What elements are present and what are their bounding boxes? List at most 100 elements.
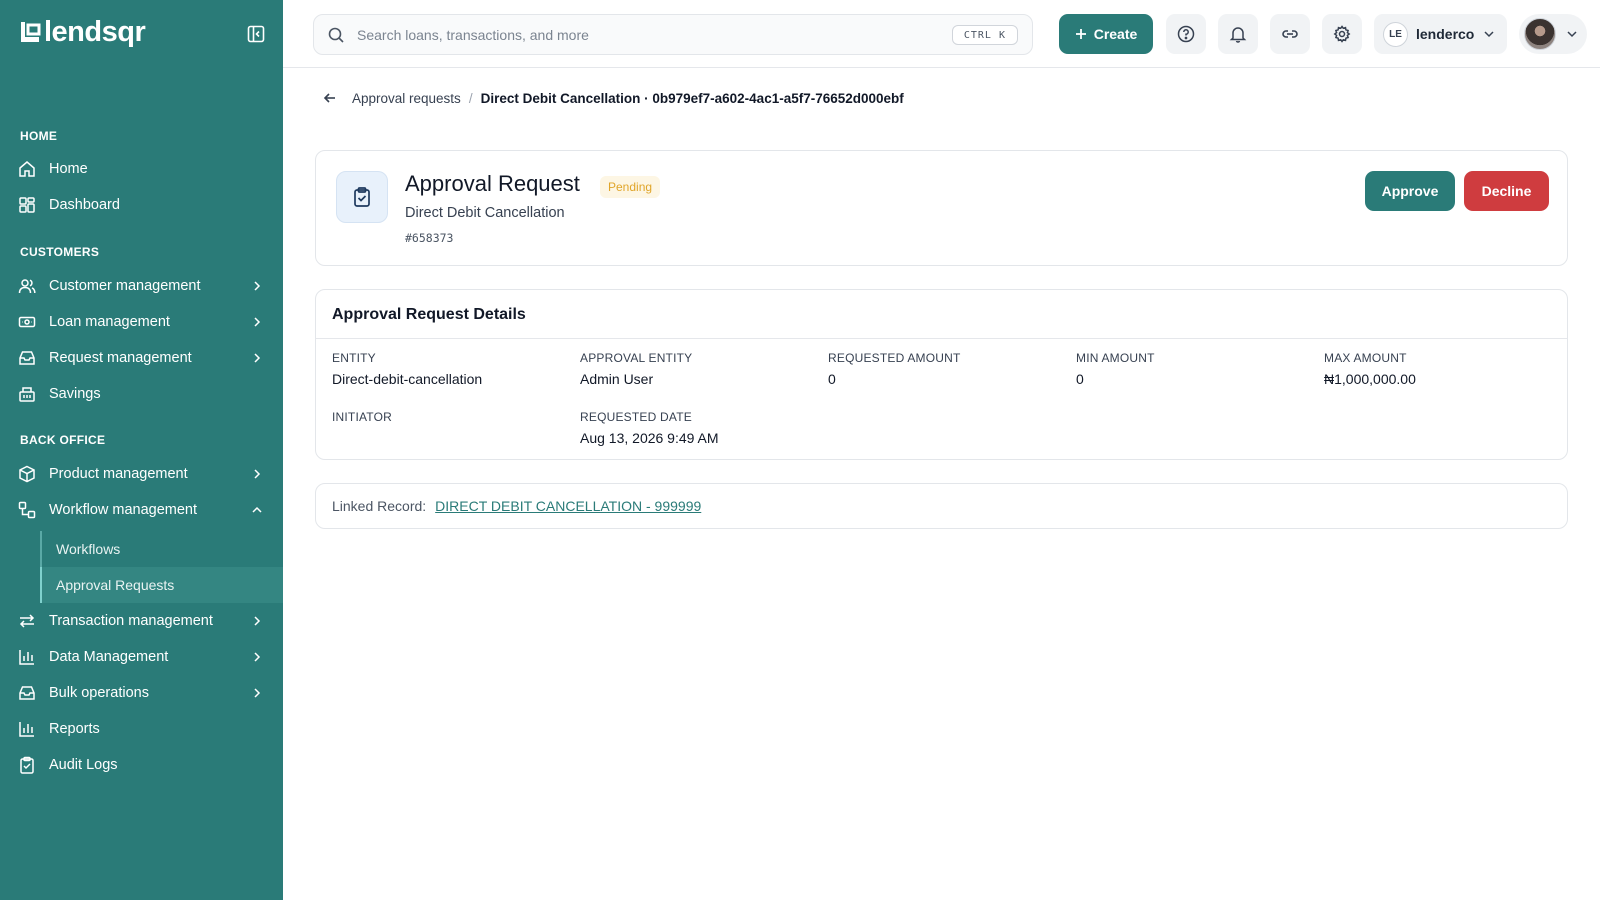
search-shortcut-hint: CTRL K [951, 25, 1018, 45]
global-search[interactable]: CTRL K [313, 14, 1033, 55]
chevron-down-icon [1567, 31, 1577, 38]
request-header-card: Approval Request Pending Direct Debit Ca… [315, 150, 1568, 266]
users-icon [18, 279, 36, 294]
tenant-switcher[interactable]: LE lenderco [1374, 14, 1507, 54]
link-button[interactable] [1270, 14, 1310, 54]
sidebar-item-label: Audit Logs [49, 757, 118, 773]
link-icon [1282, 30, 1298, 38]
breadcrumb-current: Direct Debit Cancellation · 0b979ef7-a60… [480, 90, 904, 106]
sidebar-item-savings[interactable]: Savings [0, 376, 283, 412]
breadcrumb-separator: / [468, 90, 473, 106]
top-bar: CTRL K Create LE lenderco [283, 0, 1600, 68]
tenant-initials: LE [1383, 21, 1408, 47]
create-button[interactable]: Create [1059, 14, 1153, 54]
field-value: Aug 13, 2026 9:49 AM [580, 430, 719, 446]
sidebar-item-dashboard[interactable]: Dashboard [0, 187, 283, 223]
chevron-right-icon [254, 281, 261, 291]
request-id: #658373 [405, 231, 454, 245]
notifications-button[interactable] [1218, 14, 1258, 54]
loan-icon [18, 316, 36, 328]
section-title-back-office: BACK OFFICE [20, 433, 106, 447]
sidebar-item-reports[interactable]: Reports [0, 711, 283, 747]
field-label: MIN AMOUNT [1076, 351, 1155, 365]
chevron-right-icon [254, 652, 261, 662]
field-label: REQUESTED DATE [580, 410, 692, 424]
sidebar-item-request-management[interactable]: Request management [0, 340, 283, 376]
bar-chart-icon [19, 650, 34, 665]
sidebar-item-label: Reports [49, 721, 100, 737]
field-value: Direct-debit-cancellation [332, 371, 483, 387]
decline-button[interactable]: Decline [1464, 171, 1549, 211]
plus-icon [1075, 29, 1086, 39]
field-entity: ENTITY Direct-debit-cancellation [332, 351, 482, 387]
sidebar-item-transaction-management[interactable]: Transaction management [0, 603, 283, 639]
field-value: 0 [1076, 371, 1084, 387]
clipboard-check-icon [354, 187, 370, 207]
chevron-right-icon [254, 317, 261, 327]
sidebar-item-audit-logs[interactable]: Audit Logs [0, 747, 283, 783]
sidebar-item-workflow-management[interactable]: Workflow management [0, 492, 283, 528]
field-min-amount: MIN AMOUNT 0 [1076, 351, 1155, 387]
chevron-right-icon [254, 353, 261, 363]
search-input[interactable] [357, 26, 937, 43]
chevron-right-icon [254, 616, 261, 626]
approve-button[interactable]: Approve [1365, 171, 1455, 211]
field-value: ₦1,000,000.00 [1324, 371, 1416, 387]
search-icon [328, 27, 344, 43]
section-title-customers: CUSTOMERS [20, 245, 100, 259]
chevron-right-icon [254, 469, 261, 479]
brand-logo[interactable]: lendsqr [19, 16, 146, 48]
sidebar-item-product-management[interactable]: Product management [0, 456, 283, 492]
request-icon [336, 171, 388, 223]
dashboard-icon [19, 197, 35, 213]
sidebar-item-bulk-operations[interactable]: Bulk operations [0, 675, 283, 711]
sidebar: lendsqr HOME Home Dashboard CUSTOMERS Cu… [0, 0, 283, 900]
user-menu[interactable] [1519, 14, 1587, 54]
bar-chart-icon [19, 722, 34, 737]
field-label: ENTITY [332, 351, 376, 365]
field-label: INITIATOR [332, 410, 393, 424]
sidebar-subitem-approval-requests[interactable]: Approval Requests [40, 567, 283, 603]
breadcrumb: Approval requests / Direct Debit Cancell… [322, 90, 904, 106]
field-max-amount: MAX AMOUNT ₦1,000,000.00 [1324, 351, 1416, 387]
sidebar-item-label: Savings [49, 386, 101, 402]
sidebar-item-loan-management[interactable]: Loan management [0, 304, 283, 340]
linked-record-card: Linked Record: DIRECT DEBIT CANCELLATION… [315, 483, 1568, 529]
sidebar-item-data-management[interactable]: Data Management [0, 639, 283, 675]
help-icon [1177, 25, 1195, 43]
breadcrumb-approval-requests[interactable]: Approval requests [352, 91, 461, 106]
avatar [1524, 18, 1556, 50]
field-approval-entity: APPROVAL ENTITY Admin User [580, 351, 692, 387]
sidebar-collapse-icon [247, 25, 265, 43]
arrow-left-icon[interactable] [322, 90, 338, 106]
sidebar-item-label: Loan management [49, 314, 170, 330]
collapse-sidebar-button[interactable] [246, 24, 266, 44]
page-title: Approval Request [405, 171, 580, 196]
help-button[interactable] [1166, 14, 1206, 54]
sidebar-subitem-workflows[interactable]: Workflows [40, 531, 283, 567]
sidebar-item-label: Transaction management [49, 613, 213, 629]
sidebar-item-home[interactable]: Home [0, 151, 283, 187]
linked-record-link[interactable]: DIRECT DEBIT CANCELLATION - 999999 [435, 498, 701, 514]
divider [316, 338, 1567, 339]
field-value: 0 [828, 371, 836, 387]
section-title-home: HOME [20, 129, 58, 143]
sidebar-item-label: Data Management [49, 649, 169, 665]
sidebar-item-label: Request management [49, 350, 192, 366]
field-initiator: INITIATOR [332, 410, 392, 430]
sidebar-item-customer-management[interactable]: Customer management [0, 268, 283, 304]
home-icon [19, 161, 35, 177]
field-label: REQUESTED AMOUNT [828, 351, 961, 365]
sidebar-item-label: Customer management [49, 278, 201, 294]
gear-icon [1333, 25, 1351, 43]
request-details-card: Approval Request Details ENTITY Direct-d… [315, 289, 1568, 460]
clipboard-icon [20, 756, 34, 774]
bell-icon [1229, 27, 1247, 43]
sidebar-item-label: Workflow management [49, 502, 198, 518]
field-requested-date: REQUESTED DATE Aug 13, 2026 9:49 AM [580, 410, 719, 446]
chevron-down-icon [1484, 31, 1494, 38]
transfer-icon [19, 614, 35, 628]
settings-button[interactable] [1322, 14, 1362, 54]
brand-name: lendsqr [44, 16, 146, 48]
field-label: MAX AMOUNT [1324, 351, 1407, 365]
